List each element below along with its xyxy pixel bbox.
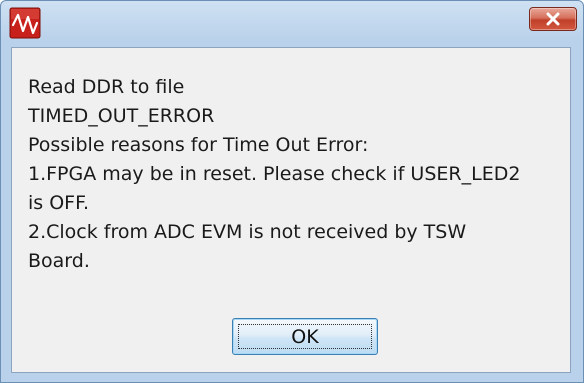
message-line: Possible reasons for Time Out Error: xyxy=(28,134,369,156)
ok-button-label: OK xyxy=(291,325,319,348)
message-line: 2.Clock from ADC EVM is not received by … xyxy=(28,221,467,243)
message-line: TIMED_OUT_ERROR xyxy=(28,105,215,127)
waveform-app-icon[interactable] xyxy=(9,7,41,39)
message-line: 1.FPGA may be in reset. Please check if … xyxy=(28,163,521,185)
ok-button[interactable]: OK xyxy=(232,318,378,355)
close-x-icon xyxy=(546,12,560,26)
message-line: Read DDR to file xyxy=(28,76,185,98)
title-bar[interactable] xyxy=(1,1,583,47)
message-line: Board. xyxy=(28,250,90,272)
close-button[interactable] xyxy=(529,7,577,31)
dialog-body: Read DDR to file TIMED_OUT_ERROR Possibl… xyxy=(11,47,571,373)
message-dialog: Read DDR to file TIMED_OUT_ERROR Possibl… xyxy=(0,0,584,383)
error-message: Read DDR to file TIMED_OUT_ERROR Possibl… xyxy=(28,73,548,276)
message-line: is OFF. xyxy=(28,192,90,214)
